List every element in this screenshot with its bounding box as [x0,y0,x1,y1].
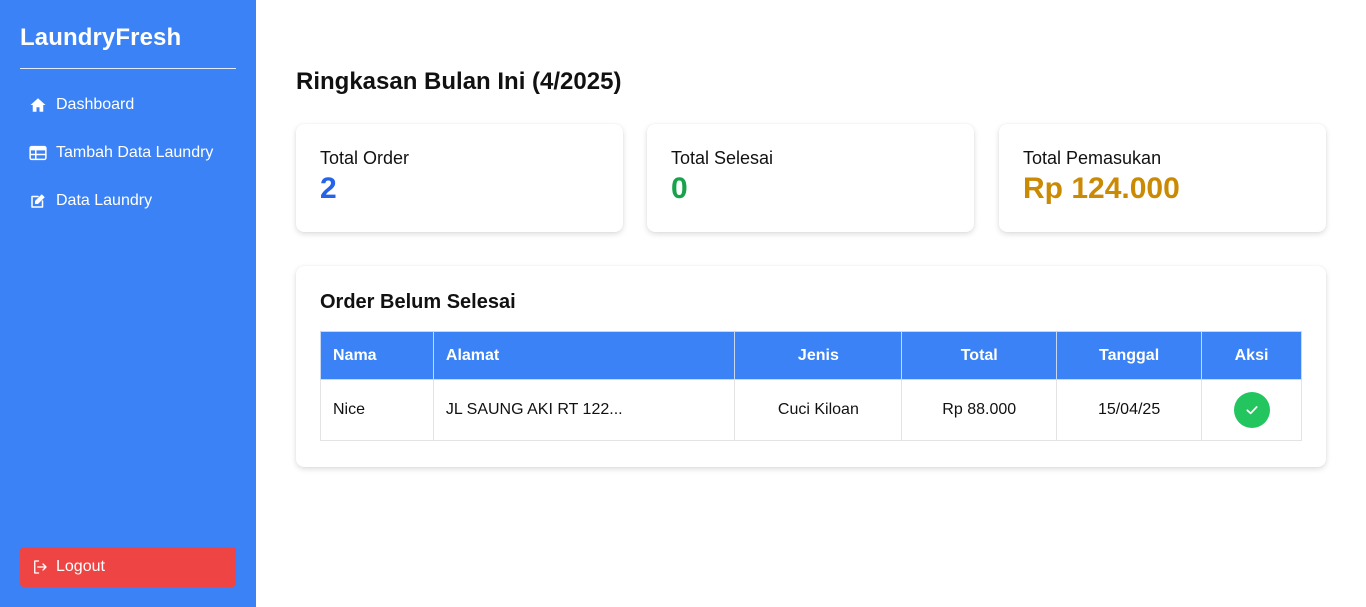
column-header-nama: Nama [320,331,434,380]
stat-label: Total Order [320,148,410,168]
table-row: Nice JL SAUNG AKI RT 122... Cuci Kiloan … [320,379,1302,441]
logout-icon [30,557,50,577]
brand-logo[interactable]: LaundryFresh [20,24,181,52]
column-header-alamat: Alamat [432,331,736,380]
sidebar-nav: Dashboard Tambah Data Laundry Data Laund… [20,84,236,228]
column-header-jenis: Jenis [734,331,903,380]
stat-value: Rp 124.000 [1023,172,1180,205]
main-content: Ringkasan Bulan Ini (4/2025) Total Order… [256,0,1366,607]
stat-value: 2 [320,172,337,205]
cell-alamat: JL SAUNG AKI RT 122... [432,379,736,441]
cell-aksi [1201,379,1302,441]
stat-card-total-selesai: Total Selesai 0 [647,124,974,232]
table-header-row: Nama Alamat Jenis Total Tanggal Aksi [320,331,1302,380]
logout-button[interactable]: Logout [20,547,236,587]
stat-card-total-order: Total Order 2 [296,124,623,232]
column-header-total: Total [901,331,1058,380]
stat-label: Total Pemasukan [1023,148,1162,168]
stat-card-total-pemasukan: Total Pemasukan Rp 124.000 [999,124,1326,232]
cell-total: Rp 88.000 [901,379,1058,441]
stat-label: Total Selesai [671,148,774,168]
sidebar-item-data-laundry[interactable]: Data Laundry [20,180,236,222]
check-icon [1245,406,1258,415]
cell-nama: Nice [320,379,434,441]
orders-table: Nama Alamat Jenis Total Tanggal Aksi Nic… [320,331,1302,441]
table-icon [28,143,48,163]
sidebar-item-dashboard[interactable]: Dashboard [20,84,236,126]
section-title: Order Belum Selesai [320,291,516,313]
edit-icon [28,191,48,211]
logout-label: Logout [56,558,105,575]
cell-tanggal: 15/04/25 [1056,379,1203,441]
sidebar-item-label: Tambah Data Laundry [56,144,214,161]
sidebar-item-tambah-data-laundry[interactable]: Tambah Data Laundry [20,132,236,174]
pending-orders-card: Order Belum Selesai Nama Alamat Jenis To… [296,266,1326,467]
home-icon [28,95,48,115]
mark-done-button[interactable] [1233,392,1270,428]
cell-jenis: Cuci Kiloan [734,379,903,441]
stat-value: 0 [671,172,688,205]
brand-divider [20,68,236,69]
sidebar-item-label: Data Laundry [56,192,153,209]
page-title: Ringkasan Bulan Ini (4/2025) [296,68,622,95]
sidebar: LaundryFresh Dashboard Tambah Data Laund… [0,0,256,607]
column-header-tanggal: Tanggal [1056,331,1203,380]
column-header-aksi: Aksi [1201,331,1302,380]
sidebar-item-label: Dashboard [56,96,135,113]
